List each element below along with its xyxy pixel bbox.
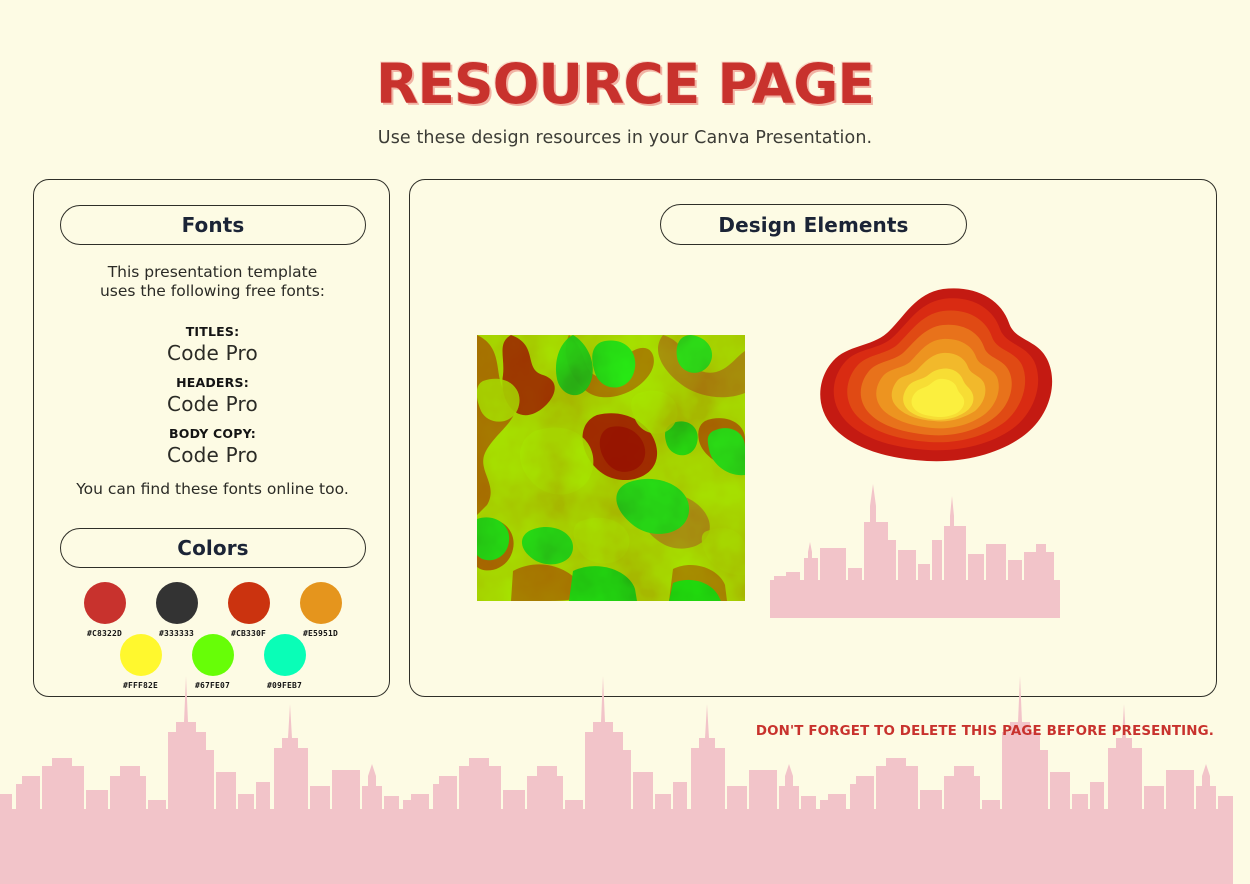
font-group-titles: TITLES: Code Pro <box>34 324 391 365</box>
font-name-label: Code Pro <box>167 392 258 416</box>
heatmap-square-graphic <box>477 335 745 601</box>
color-swatch-hex: #67FE07 <box>194 681 231 690</box>
color-swatch: #333333 <box>150 582 203 638</box>
font-role-label: TITLES: <box>185 324 240 339</box>
colors-section-label: Colors <box>177 536 249 560</box>
design-elements-label: Design Elements <box>718 212 909 237</box>
color-swatch: #C8322D <box>78 582 131 638</box>
fonts-section-header: Fonts <box>60 205 366 245</box>
page-title: RESOURCE PAGE <box>376 52 875 116</box>
page-subtitle: Use these design resources in your Canva… <box>377 127 873 148</box>
page-header: RESOURCE PAGE Use these design resources… <box>0 0 1250 148</box>
color-swatch-dot <box>155 582 198 624</box>
colors-section-header: Colors <box>60 528 366 568</box>
font-name-label: Code Pro <box>167 341 258 365</box>
color-swatch-dot <box>119 634 162 676</box>
color-swatch-row: #FFF82E #67FE07 #09FEB7 <box>34 634 391 690</box>
fonts-section-label: Fonts <box>181 213 245 237</box>
city-skyline-graphic <box>770 484 1060 618</box>
design-elements-panel: Design Elements <box>409 179 1217 697</box>
color-swatch-dot <box>263 634 306 676</box>
color-swatch: #09FEB7 <box>258 634 311 690</box>
color-swatch: #67FE07 <box>186 634 239 690</box>
fonts-intro: This presentation template uses the foll… <box>34 263 391 302</box>
font-name-label: Code Pro <box>167 443 258 467</box>
fonts-and-colors-panel: Fonts This presentation template uses th… <box>33 179 390 697</box>
font-group-headers: HEADERS: Code Pro <box>34 375 391 416</box>
fonts-footnote: You can find these fonts online too. <box>76 480 349 498</box>
color-swatch-dot <box>299 582 342 624</box>
color-swatch-dot <box>83 582 126 624</box>
fonts-intro-line-2: uses the following free fonts: <box>99 282 326 301</box>
font-role-label: BODY COPY: <box>169 426 256 441</box>
color-swatch: #FFF82E <box>114 634 167 690</box>
font-role-label: HEADERS: <box>176 375 249 390</box>
color-swatch: #E5951D <box>294 582 347 638</box>
fonts-intro-line-1: This presentation template <box>107 263 318 281</box>
color-swatch-row: #C8322D #333333 #CB330F #E5951D <box>34 582 391 638</box>
color-swatch-dot <box>191 634 234 676</box>
color-swatch-hex: #FFF82E <box>122 681 159 690</box>
delete-page-warning: DON'T FORGET TO DELETE THIS PAGE BEFORE … <box>755 724 1214 739</box>
color-swatch: #CB330F <box>222 582 275 638</box>
color-swatch-hex: #09FEB7 <box>266 681 303 690</box>
design-elements-header: Design Elements <box>660 204 967 245</box>
font-group-body-copy: BODY COPY: Code Pro <box>34 426 391 467</box>
color-swatch-dot <box>227 582 270 624</box>
contour-blob-graphic <box>820 288 1053 462</box>
